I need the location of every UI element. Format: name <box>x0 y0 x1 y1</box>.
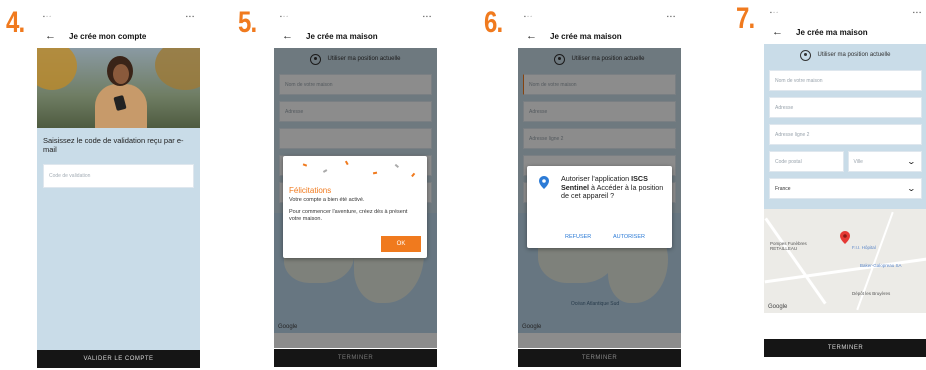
use-location-label: Utiliser ma position actuelle <box>817 52 891 58</box>
app-bar: ← Je crée mon compte <box>37 24 200 48</box>
permission-text: Autoriser l'application ISCS Sentinel à … <box>561 174 665 201</box>
screen-create-house-congrats: ▪ ◦ ◦ ▪ ▪ ▪ ← Je crée ma maison Utiliser … <box>274 10 437 367</box>
address-input[interactable]: Adresse <box>769 97 922 118</box>
hero-photo <box>37 48 200 128</box>
google-logo: Google <box>768 304 788 310</box>
city-label: Ville <box>853 158 863 165</box>
congrats-line-2: Pour commencer l'aventure, créez dès à p… <box>289 209 408 222</box>
finish-button[interactable]: TERMINER <box>274 349 437 367</box>
back-arrow-icon[interactable]: ← <box>282 30 300 42</box>
back-arrow-icon[interactable]: ← <box>772 26 790 38</box>
screen-create-house-permission: ▪ ◦ ◦ ▪ ▪ ▪ ← Je crée ma maison Utiliser … <box>518 10 681 367</box>
map-label-baker: Baker-Galopreau SA <box>860 263 902 268</box>
map-view[interactable]: Pompes Funèbres RETAILLEAU F.I.I. Hôpita… <box>764 209 926 313</box>
validation-form: Saisissez le code de validation reçu par… <box>37 128 200 368</box>
finish-button[interactable]: TERMINER <box>518 349 681 367</box>
back-arrow-icon[interactable]: ← <box>526 30 544 42</box>
back-arrow-icon[interactable]: ← <box>45 30 63 42</box>
screen-create-house-filled: ▪ ◦ ◦ ▪ ▪ ▪ ← Je crée ma maison Utiliser … <box>764 6 926 357</box>
country-select[interactable]: France ⌄ <box>769 178 922 199</box>
refuse-button[interactable]: REFUSER <box>565 234 591 240</box>
country-value: France <box>775 185 791 192</box>
step-number-5: 5. <box>238 6 257 39</box>
status-bar: ▪ ◦ ◦ ▪ ▪ ▪ <box>43 14 194 20</box>
status-bar: ▪ ◦ ◦ ▪ ▪ ▪ <box>280 14 431 20</box>
crosshair-icon <box>800 49 812 61</box>
page-title: Je crée ma maison <box>550 31 622 41</box>
city-select[interactable]: Ville ⌄ <box>847 151 922 172</box>
page-title: Je crée mon compte <box>69 31 147 41</box>
postal-code-input[interactable]: Code postal <box>769 151 844 172</box>
allow-button[interactable]: AUTORISER <box>613 234 645 240</box>
step-number-4: 4. <box>6 6 25 39</box>
map-label-depot: Dépôt les Bruyères <box>852 291 891 296</box>
app-bar: ← Je crée ma maison <box>764 20 926 44</box>
house-form: Nom de votre maison Adresse Adresse lign… <box>764 66 926 209</box>
map-label-hospital: F.I.I. Hôpital <box>852 245 876 250</box>
use-location-button[interactable]: Utiliser ma position actuelle <box>764 44 926 66</box>
validation-prompt: Saisissez le code de validation reçu par… <box>43 136 184 154</box>
location-pin-icon <box>539 176 549 189</box>
chevron-down-icon: ⌄ <box>906 157 917 166</box>
address2-input[interactable]: Adresse ligne 2 <box>769 124 922 145</box>
page-title: Je crée ma maison <box>306 31 378 41</box>
congrats-heading: Félicitations <box>289 186 332 195</box>
step-number-7: 7. <box>736 2 755 35</box>
screen-create-account: ▪ ◦ ◦ ▪ ▪ ▪ ← Je crée mon compte Saisisse… <box>37 10 200 368</box>
status-bar: ▪ ◦ ◦ ▪ ▪ ▪ <box>524 14 675 20</box>
congrats-line-1: Votre compte a bien été activé. <box>289 197 365 203</box>
validate-account-button[interactable]: VALIDER LE COMPTE <box>37 350 200 368</box>
house-name-input[interactable]: Nom de votre maison <box>769 70 922 91</box>
step-number-6: 6. <box>484 6 503 39</box>
ok-button[interactable]: OK <box>381 236 421 252</box>
page-title: Je crée ma maison <box>796 27 868 37</box>
app-bar: ← Je crée ma maison <box>274 24 437 48</box>
map-label-funeral: Pompes Funèbres RETAILLEAU <box>770 241 807 251</box>
status-bar: ▪ ◦ ◦ ▪ ▪ ▪ <box>770 10 921 16</box>
finish-button[interactable]: TERMINER <box>764 339 926 357</box>
app-bar: ← Je crée ma maison <box>518 24 681 48</box>
permission-dialog: Autoriser l'application ISCS Sentinel à … <box>527 166 672 248</box>
chevron-down-icon: ⌄ <box>906 184 917 193</box>
map-marker-icon <box>840 231 850 244</box>
validation-code-input[interactable]: Code de validation <box>43 164 194 188</box>
congrats-dialog: Félicitations Votre compte a bien été ac… <box>283 156 427 258</box>
